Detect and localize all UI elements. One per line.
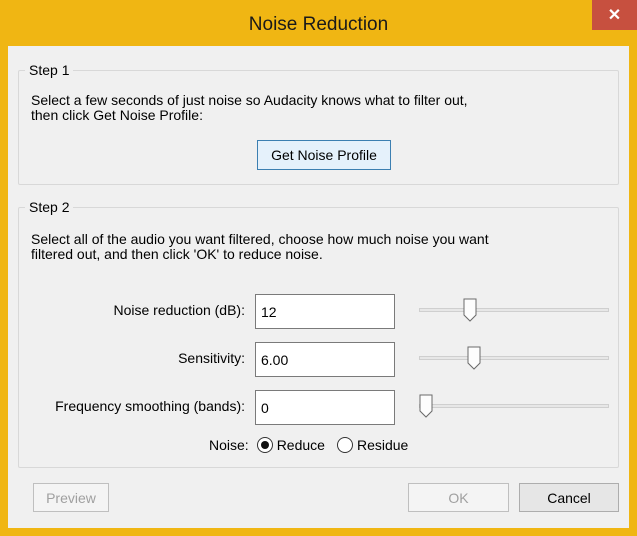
title-bar[interactable]: Noise Reduction ✕: [0, 0, 637, 46]
step2-group: Step 2 Select all of the audio you want …: [18, 199, 619, 468]
noise-reduction-slider-track: [419, 308, 609, 312]
noise-reduction-dialog: Noise Reduction ✕ Step 1 Select a few se…: [0, 0, 637, 536]
sensitivity-slider-thumb[interactable]: [467, 346, 481, 370]
window-title: Noise Reduction: [248, 14, 389, 35]
step1-description-line2: then click Get Noise Profile:: [31, 107, 203, 123]
close-icon: ✕: [607, 7, 622, 24]
ok-button[interactable]: OK: [408, 483, 509, 512]
noise-option-reduce[interactable]: Reduce: [256, 437, 325, 453]
sensitivity-slider-track: [419, 356, 609, 360]
sensitivity-slider[interactable]: [419, 346, 609, 370]
frequency-smoothing-slider[interactable]: [419, 394, 609, 418]
step1-description: Select a few seconds of just noise so Au…: [31, 93, 468, 123]
noise-reduction-slider[interactable]: [419, 298, 609, 322]
step2-legend: Step 2: [25, 199, 74, 215]
close-button[interactable]: ✕: [592, 0, 637, 30]
noise-option-residue[interactable]: Residue: [336, 437, 409, 453]
reduce-radio[interactable]: [256, 437, 273, 453]
dialog-body: Step 1 Select a few seconds of just nois…: [8, 46, 629, 528]
residue-label: Residue: [356, 437, 409, 453]
frequency-smoothing-slider-track: [419, 404, 609, 408]
residue-radio[interactable]: [336, 437, 353, 453]
step1-description-line1: Select a few seconds of just noise so Au…: [31, 92, 468, 108]
reduce-label: Reduce: [276, 437, 325, 453]
cancel-button[interactable]: Cancel: [519, 483, 619, 512]
frequency-smoothing-input[interactable]: [255, 390, 395, 425]
step1-legend: Step 1: [25, 62, 74, 78]
preview-button[interactable]: Preview: [33, 483, 109, 512]
noise-reduction-input[interactable]: [255, 294, 395, 329]
step1-group: Step 1 Select a few seconds of just nois…: [18, 62, 619, 185]
noise-reduction-label: Noise reduction (dB):: [113, 302, 245, 318]
frequency-smoothing-label: Frequency smoothing (bands):: [55, 398, 245, 414]
step2-description: Select all of the audio you want filtere…: [31, 232, 489, 262]
noise-reduction-slider-thumb[interactable]: [463, 298, 477, 322]
step2-description-line1: Select all of the audio you want filtere…: [31, 231, 489, 247]
noise-label: Noise:: [209, 437, 249, 453]
frequency-smoothing-slider-thumb[interactable]: [419, 394, 433, 418]
noise-radio-group: Noise: Reduce Residue: [209, 437, 420, 453]
get-noise-profile-button[interactable]: Get Noise Profile: [257, 140, 391, 170]
step2-description-line2: filtered out, and then click 'OK' to red…: [31, 246, 323, 262]
sensitivity-label: Sensitivity:: [178, 350, 245, 366]
sensitivity-input[interactable]: [255, 342, 395, 377]
